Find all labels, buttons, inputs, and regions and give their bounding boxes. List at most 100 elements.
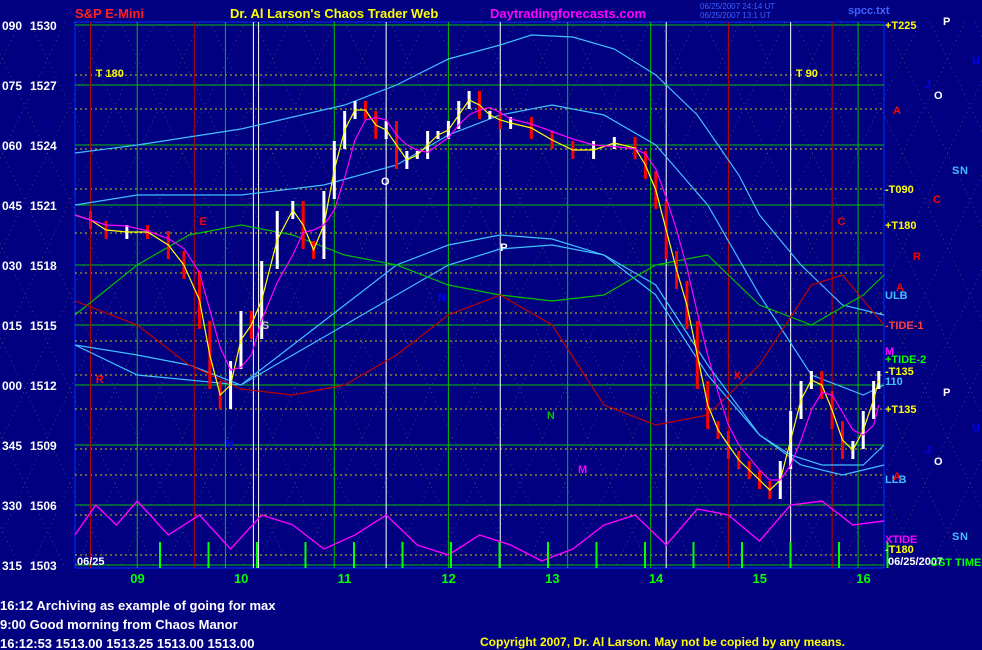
far-right-label: P (943, 387, 950, 399)
quote-line: 16:12:53 1513.00 1513.25 1513.00 1513.00 (0, 636, 255, 650)
y-tick-angle: 075 (2, 79, 22, 93)
chart-annotation: N (225, 438, 233, 450)
y-tick-price: 1524 (30, 139, 57, 153)
lattice-line (929, 458, 982, 569)
site-title: Dr. Al Larson's Chaos Trader Web (230, 6, 438, 21)
lattice-line (749, 21, 982, 510)
chart-annotation: X (734, 370, 742, 382)
y-tick-price: 1509 (30, 439, 57, 453)
right-axis-label: -TIDE-1 (885, 320, 924, 332)
chart-annotation: M (578, 464, 587, 476)
lattice-line (974, 21, 982, 38)
date-left: 06/25 (77, 556, 105, 568)
y-tick-price: 1512 (30, 379, 57, 393)
oscillator-line (74, 499, 885, 562)
band-layer (74, 34, 889, 568)
y-tick-angle: 045 (2, 199, 22, 213)
lattice-line (0, 52, 246, 569)
x-tick-label: 11 (338, 571, 352, 586)
lattice-line (0, 336, 111, 569)
far-right-label: P (943, 16, 950, 28)
x-tick-label: 10 (234, 571, 248, 586)
far-right-label: J (925, 79, 931, 91)
far-right-label: A (893, 105, 901, 117)
status-message-2: 9:00 Good morning from Chaos Manor (0, 617, 238, 632)
flux-red-line (74, 274, 885, 426)
lattice-line (0, 525, 21, 569)
far-right-label: N (960, 531, 968, 543)
chart-annotation: S (262, 320, 269, 332)
x-tick-label: 14 (649, 571, 664, 586)
lattice-line (749, 80, 982, 569)
copyright-notice: Copyright 2007, Dr. Al Larson. May not b… (480, 635, 845, 649)
chart-annotation: C (837, 216, 845, 228)
far-right-label: A (893, 471, 901, 483)
y-tick-price: 1503 (30, 559, 57, 573)
y-tick-angle: 000 (2, 379, 22, 393)
price-chart: 090 1530 075 1527 060 1524 045 1521 030 1518 015 15… (0, 2, 982, 586)
right-axis-label: 110 (885, 376, 903, 388)
x-tick-label: 16 (856, 571, 870, 586)
timestamp-ut-2: 06/25/2007 13:1 UT (700, 11, 771, 20)
y-tick-angle: 060 (2, 139, 22, 153)
x-tick-label: 09 (130, 571, 144, 586)
x-tick-label: 15 (753, 571, 767, 586)
instrument-title: S&P E-Mini (75, 6, 144, 21)
lattice-line (0, 21, 66, 160)
right-axis-label: +TIDE-2 (885, 354, 926, 366)
chart-annotation: N (438, 292, 446, 304)
chart-annotation: T 180 (96, 68, 124, 80)
far-right-label: S (952, 531, 959, 543)
y-tick-price: 1530 (30, 19, 57, 33)
far-right-label: C (933, 194, 941, 206)
far-right-label: A (896, 282, 904, 294)
y-tick-price: 1506 (30, 499, 57, 513)
y-tick-angle: 030 (2, 259, 22, 273)
flux-green-line (74, 224, 885, 326)
grid-layer: 090 1530 075 1527 060 1524 045 1521 030 1518 015 15… (0, 19, 982, 586)
chart-annotation: O (381, 176, 390, 188)
right-axis-label: +T225 (885, 20, 917, 32)
right-axis-label: -T090 (885, 184, 914, 196)
lattice-line (0, 21, 21, 65)
lattice-line (929, 21, 982, 132)
y-tick-angle: 315 (2, 559, 22, 573)
chart-annotation: E (199, 216, 206, 228)
lattice-line (839, 21, 982, 321)
lattice-line (0, 21, 246, 538)
x-tick-label: 13 (545, 571, 559, 586)
far-right-label: CST TIME (930, 557, 981, 569)
right-axis-label: +T135 (885, 404, 917, 416)
right-axis-label: -T180 (885, 544, 914, 556)
far-right-label: O (934, 90, 943, 102)
far-right-label: S (952, 165, 959, 177)
y-tick-angle: 015 (2, 319, 22, 333)
data-file-name: spcc.txt (848, 5, 890, 17)
price-layer (74, 91, 881, 499)
site-url[interactable]: Daytradingforecasts.com (490, 6, 646, 21)
chart-annotation: N (547, 410, 555, 422)
lattice-line (839, 269, 982, 569)
far-right-label: U (972, 55, 980, 67)
band-inner-lower (74, 234, 885, 466)
far-right-label: O (934, 456, 943, 468)
lattice-line (0, 430, 66, 569)
x-tick-label: 12 (441, 571, 455, 586)
y-tick-price: 1527 (30, 79, 57, 93)
label-layer: T 180 T 90RENSONPNMXC+T225-T090+T180ULB-T… (96, 16, 982, 569)
y-tick-angle: 345 (2, 439, 22, 453)
far-right-label: U (972, 422, 980, 434)
lattice-line (0, 21, 156, 349)
far-right-label: R (913, 251, 921, 263)
far-right-label: J (925, 445, 931, 457)
status-message-1: 16:12 Archiving as example of going for … (0, 598, 276, 613)
chart-annotation: P (500, 242, 507, 254)
y-tick-price: 1521 (30, 199, 57, 213)
y-tick-angle: 090 (2, 19, 22, 33)
y-tick-angle: 330 (2, 499, 22, 513)
right-axis-label: +T180 (885, 220, 917, 232)
y-tick-price: 1515 (30, 319, 57, 333)
chart-annotation: T 90 (796, 68, 818, 80)
far-right-label: N (960, 165, 968, 177)
chart-annotation: R (96, 374, 104, 386)
